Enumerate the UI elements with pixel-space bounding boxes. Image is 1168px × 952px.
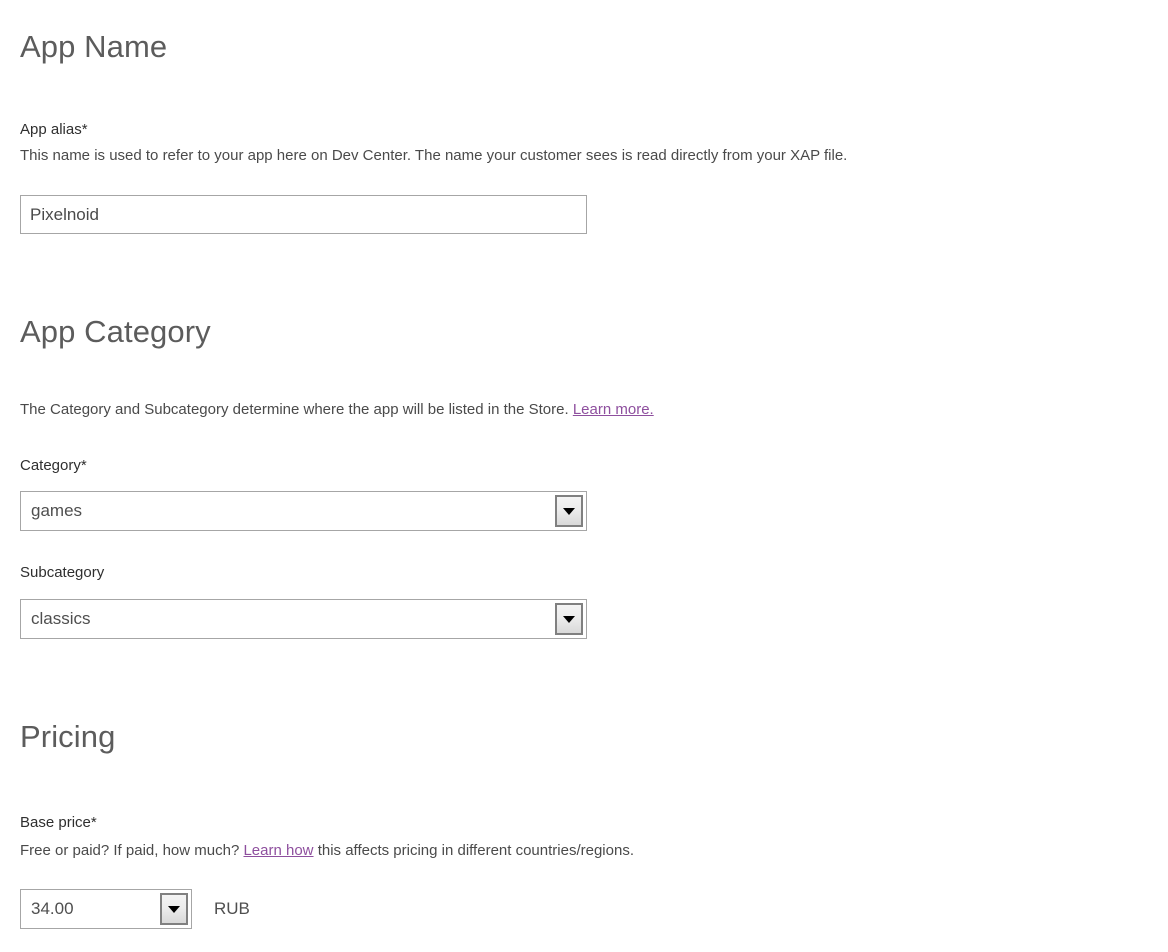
base-price-help-suffix: this affects pricing in different countr…	[314, 842, 634, 859]
chevron-down-icon[interactable]	[555, 495, 583, 527]
base-price-label: Base price*	[20, 813, 97, 833]
app-submission-form: App Name App alias* This name is used to…	[0, 0, 1168, 952]
base-price-row: 34.00 RUB	[20, 889, 250, 929]
category-select[interactable]: games	[20, 491, 587, 531]
app-alias-label: App alias*	[20, 120, 88, 140]
section-heading-pricing: Pricing	[20, 721, 115, 754]
subcategory-label: Subcategory	[20, 563, 104, 583]
section-heading-app-name: App Name	[20, 31, 167, 64]
app-alias-help-text: This name is used to refer to your app h…	[20, 145, 1140, 166]
app-category-help-text: The Category and Subcategory determine w…	[20, 399, 1140, 420]
currency-label: RUB	[214, 889, 250, 929]
chevron-down-icon[interactable]	[160, 893, 188, 925]
category-select-value: games	[31, 492, 82, 530]
app-alias-input[interactable]	[20, 195, 587, 234]
chevron-down-glyph	[168, 906, 180, 913]
base-price-help-text: Free or paid? If paid, how much? Learn h…	[20, 840, 1140, 861]
base-price-select-value: 34.00	[31, 890, 74, 928]
subcategory-select-value: classics	[31, 600, 91, 638]
chevron-down-glyph	[563, 616, 575, 623]
base-price-select[interactable]: 34.00	[20, 889, 192, 929]
learn-how-link[interactable]: Learn how	[243, 842, 313, 859]
section-heading-app-category: App Category	[20, 316, 211, 349]
app-category-help-prefix: The Category and Subcategory determine w…	[20, 401, 573, 418]
chevron-down-glyph	[563, 508, 575, 515]
chevron-down-icon[interactable]	[555, 603, 583, 635]
subcategory-select[interactable]: classics	[20, 599, 587, 639]
base-price-help-prefix: Free or paid? If paid, how much?	[20, 842, 243, 859]
category-label: Category*	[20, 456, 87, 476]
learn-more-link[interactable]: Learn more.	[573, 401, 654, 418]
